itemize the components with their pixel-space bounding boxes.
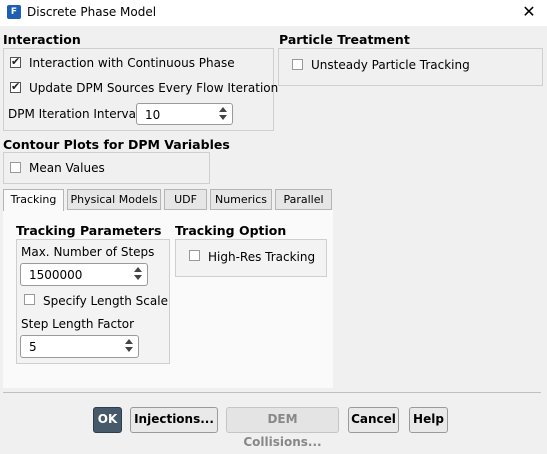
update-sources-checkbox[interactable] — [10, 80, 21, 93]
particle-treatment-heading: Particle Treatment — [279, 32, 410, 47]
max-steps-spinner[interactable]: 1500000 — [20, 263, 148, 286]
high-res-checkbox[interactable] — [189, 250, 200, 261]
update-sources-label: Update DPM Sources Every Flow Iteration — [29, 81, 279, 95]
step-length-value: 5 — [29, 340, 37, 354]
window-title: Discrete Phase Model — [27, 5, 157, 19]
iteration-interval-spinner[interactable]: 10 — [136, 103, 233, 125]
tab-udf[interactable]: UDF — [164, 189, 207, 210]
step-length-label: Step Length Factor — [21, 317, 135, 331]
tab-tracking[interactable]: Tracking — [3, 189, 64, 211]
spin-up-icon[interactable] — [134, 267, 142, 272]
continuous-phase-checkbox[interactable] — [10, 55, 21, 68]
injections-button[interactable]: Injections... — [130, 407, 218, 433]
specify-length-label: Specify Length Scale — [43, 294, 168, 308]
spin-up-icon[interactable] — [125, 339, 133, 344]
mean-values-checkbox[interactable] — [10, 162, 21, 173]
mean-values-label: Mean Values — [29, 161, 105, 175]
button-divider — [3, 392, 541, 393]
tracking-parameters-heading: Tracking Parameters — [16, 223, 162, 238]
unsteady-tracking-checkbox[interactable] — [292, 59, 303, 70]
fluent-app-icon: F — [7, 5, 21, 19]
spin-up-icon[interactable] — [219, 107, 227, 112]
tab-parallel[interactable]: Parallel — [275, 189, 332, 210]
spin-down-icon[interactable] — [134, 275, 142, 280]
interaction-heading: Interaction — [3, 32, 81, 47]
max-steps-value: 1500000 — [29, 268, 83, 282]
unsteady-tracking-label: Unsteady Particle Tracking — [311, 58, 470, 72]
high-res-label: High-Res Tracking — [208, 250, 316, 264]
step-length-spinner[interactable]: 5 — [20, 335, 139, 358]
iteration-interval-label: DPM Iteration Interval — [8, 107, 140, 121]
specify-length-checkbox[interactable] — [24, 294, 35, 305]
cancel-button[interactable]: Cancel — [348, 407, 399, 433]
tab-physical-models[interactable]: Physical Models — [67, 189, 161, 210]
dem-collisions-button: DEM Collisions... — [226, 407, 339, 449]
help-button[interactable]: Help — [409, 407, 448, 433]
spin-down-icon[interactable] — [219, 115, 227, 120]
continuous-phase-label: Interaction with Continuous Phase — [29, 56, 235, 70]
iteration-interval-value: 10 — [145, 108, 161, 122]
tracking-option-heading: Tracking Option — [175, 223, 287, 238]
ok-button[interactable]: OK — [93, 407, 122, 433]
contour-heading: Contour Plots for DPM Variables — [3, 137, 230, 152]
close-icon[interactable]: ✕ — [518, 2, 540, 24]
tab-numerics[interactable]: Numerics — [210, 189, 272, 210]
max-steps-label: Max. Number of Steps — [21, 245, 155, 259]
spin-down-icon[interactable] — [125, 347, 133, 352]
